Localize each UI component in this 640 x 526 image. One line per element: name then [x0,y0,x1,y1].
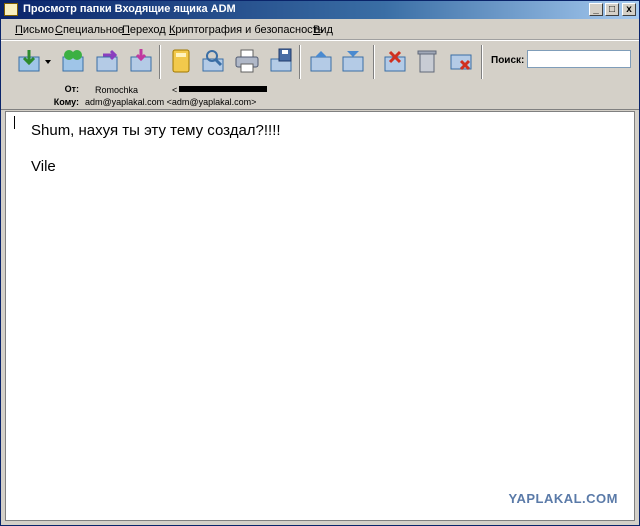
menu-spetsialnoe-label: пециальное [62,24,125,36]
dropdown-arrow-icon [45,60,51,64]
menu-kriptografiya[interactable]: Криптография и безопасность [169,24,323,36]
toolbar-separator [299,45,301,79]
get-mail-icon [18,50,40,72]
to-label: Кому: [53,97,79,107]
junk-icon [450,54,472,71]
menu-perekhod[interactable]: Переход [122,24,166,36]
message-body[interactable]: Shum, нахуя ты эту тему создал?!!!! Vile… [5,111,635,521]
forward-button[interactable] [93,47,121,75]
from-email-prefix: < [172,85,178,95]
search-mail-icon [202,50,224,72]
minimize-button[interactable]: _ [589,3,603,16]
title-bar[interactable]: Просмотр папки Входящие ящика ADM _ □ x [1,1,639,19]
watermark: YAPLAKAL.COM [508,491,618,506]
toolbar: Поиск: [1,40,639,84]
save-icon [270,48,292,72]
address-book-button[interactable] [167,47,195,75]
search-label: Поиск: [491,55,525,66]
get-mail-button[interactable] [15,47,43,75]
text-cursor [14,116,15,129]
menu-vid-label: ид [320,24,333,36]
get-mail-dropdown[interactable] [43,47,53,75]
message-line: Vile [31,158,56,175]
redacted-email [179,86,267,92]
toolbar-separator [373,45,375,79]
to-value[interactable]: adm@yaplakal.com <adm@yaplakal.com> [85,97,256,107]
move-icon [130,49,152,72]
address-book-icon [172,49,190,73]
mail-window: Просмотр папки Входящие ящика ADM _ □ x … [0,0,640,526]
forward-icon [96,49,118,72]
save-button[interactable] [267,47,295,75]
previous-button[interactable] [307,47,335,75]
reply-all-icon [62,50,84,72]
trash-icon [417,50,437,73]
delete-message-icon [384,50,406,72]
mail-app-icon [4,3,18,16]
menu-vid[interactable]: Вид [313,24,333,36]
maximize-button[interactable]: □ [605,3,619,16]
toolbar-separator [159,45,161,79]
window-title: Просмотр папки Входящие ящика ADM [23,3,236,15]
menu-pismo-accel: П [15,24,23,36]
menu-bar: Письмо Специальное Переход Криптография … [1,20,639,40]
menu-spetsialnoe[interactable]: Специальное [55,24,124,36]
delete-message-button[interactable] [381,47,409,75]
menu-pismo-label: исьмо [22,24,54,36]
print-button[interactable] [233,47,261,75]
menu-pismo[interactable]: Письмо [15,24,54,36]
from-name[interactable]: Romochka [95,85,138,95]
message-line: Shum, нахуя ты эту тему создал?!!!! [31,122,281,139]
search-input[interactable] [527,50,631,68]
move-button[interactable] [127,47,155,75]
menu-perekhod-label: ереход [129,24,166,36]
print-icon [235,49,259,73]
next-button[interactable] [339,47,367,75]
toolbar-separator [481,45,483,79]
from-label: От: [64,84,79,94]
trash-button[interactable] [413,47,441,75]
menu-spetsialnoe-accel: С [55,24,63,36]
reply-all-button[interactable] [59,47,87,75]
next-icon [342,51,364,72]
menu-perekhod-accel: П [122,24,130,36]
close-button[interactable]: x [622,3,636,16]
previous-icon [310,51,332,72]
junk-button[interactable] [447,47,475,75]
menu-kriptografiya-label: риптография и безопасность [175,24,324,36]
search-mail-button[interactable] [199,47,227,75]
message-headers: От: Romochka < Кому: adm@yaplakal.com <a… [1,83,639,110]
